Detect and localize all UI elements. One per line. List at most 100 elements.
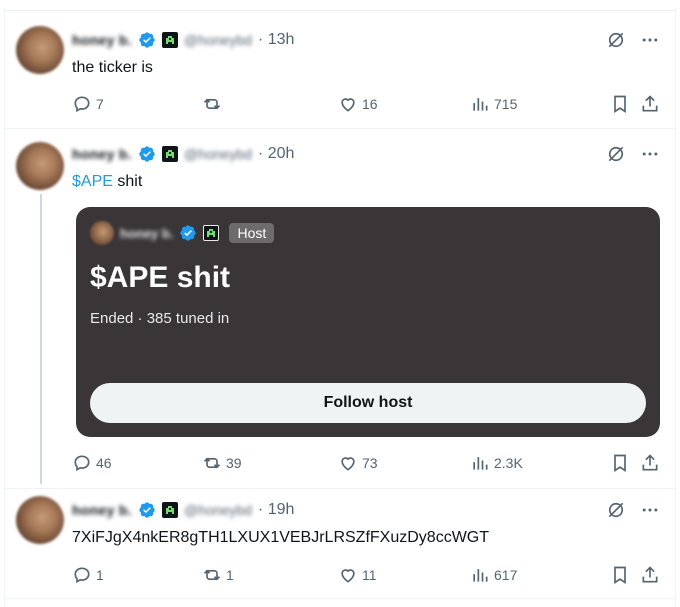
retweet-button[interactable]: 39 [202,453,242,473]
like-button[interactable]: 11 [338,565,377,585]
space-card[interactable]: honey b. Host $APE shit Ended · 385 tune… [76,207,660,437]
tweet-actions: 46 39 73 2.3K [72,453,660,473]
like-count: 16 [362,96,378,112]
tweet-time[interactable]: · 19h [258,501,294,519]
author-name[interactable]: honey b. [72,502,132,518]
verified-badge-icon [138,501,156,519]
avatar[interactable] [16,26,64,74]
reply-count: 7 [96,96,104,112]
bookmark-button[interactable] [610,94,630,114]
like-button[interactable]: 73 [338,453,378,473]
like-icon [341,569,355,583]
tweet-time[interactable]: · 13h [258,31,294,49]
tweet-header: honey b. @honeybd · 13h [72,30,294,50]
views-count: 715 [494,96,518,112]
bookmark-icon [614,566,626,585]
more-icon[interactable] [640,144,660,169]
grok-slash-icon[interactable] [606,500,626,525]
cashtag-link[interactable]: $APE [72,173,113,190]
like-count: 73 [362,455,378,471]
tweet-actions: 1 1 11 617 [72,565,660,585]
verified-badge-icon [179,224,197,242]
retweet-count: 1 [226,567,234,583]
reply-button[interactable]: 1 [72,565,104,585]
host-avatar [90,221,114,245]
host-name: honey b. [120,225,174,241]
retweet-count: 39 [226,455,242,471]
time-label: 19h [267,501,295,518]
tweet-separator [4,128,676,129]
avatar[interactable] [16,142,64,190]
tweet-top-actions [606,30,660,55]
tweet-separator [4,488,676,489]
space-title: $APE shit [90,261,231,294]
follow-host-button[interactable]: Follow host [90,383,646,423]
like-count: 11 [362,567,377,583]
tweet-header: honey b. @honeybd · 19h [72,500,294,520]
community-badge-icon [161,146,178,162]
tweet-text: the ticker is [72,59,153,76]
retweet-button[interactable] [202,94,226,114]
grok-slash-icon[interactable] [606,30,626,55]
verified-badge-icon [138,31,156,49]
views-button[interactable]: 617 [470,565,517,585]
more-icon[interactable] [640,30,660,55]
like-icon [341,457,355,471]
community-badge-icon [161,32,178,48]
views-button[interactable]: 2.3K [470,453,523,473]
like-icon [341,98,355,112]
author-handle[interactable]: @honeybd [184,146,252,162]
space-status: Ended · 385 tuned in [90,310,230,327]
reply-icon [74,455,90,472]
thread-line [40,194,42,484]
verified-badge-icon [138,145,156,163]
avatar[interactable] [16,496,64,544]
time-label: 13h [267,31,295,48]
share-icon [642,566,658,583]
author-handle[interactable]: @honeybd [184,32,252,48]
tweet-text-rest: shit [112,173,143,190]
tweet-top-actions [606,500,660,525]
views-icon [473,98,488,111]
tweet-separator [4,598,676,599]
share-button[interactable] [640,453,660,473]
reply-button[interactable]: 46 [72,453,112,473]
retweet-icon [203,457,221,469]
host-label: Host [229,223,275,243]
reply-icon [74,96,90,113]
views-icon [473,569,488,582]
share-icon [642,454,658,471]
share-icon [642,95,658,112]
retweet-icon [203,569,221,581]
community-badge-icon [203,225,220,241]
share-button[interactable] [640,94,660,114]
reply-count: 46 [96,455,112,471]
tweet-actions: 7 16 715 [72,94,660,114]
grok-slash-icon[interactable] [606,144,626,169]
tweet-time[interactable]: · 20h [258,145,294,163]
reply-icon [74,567,90,584]
like-button[interactable]: 16 [338,94,378,114]
bookmark-button[interactable] [610,453,630,473]
community-badge-icon [161,502,178,518]
share-button[interactable] [640,565,660,585]
space-host-row: honey b. Host [90,221,275,245]
views-count: 617 [494,567,518,583]
time-label: 20h [267,145,295,162]
more-icon[interactable] [640,500,660,525]
author-handle[interactable]: @honeybd [184,502,252,518]
reply-count: 1 [96,567,104,583]
tweet-top-actions [606,144,660,169]
tweet-text: $APE shit [72,172,142,192]
author-name[interactable]: honey b. [72,32,132,48]
retweet-button[interactable]: 1 [202,565,234,585]
views-icon [473,457,488,470]
bookmark-button[interactable] [610,565,630,585]
retweet-icon [203,98,221,110]
author-name[interactable]: honey b. [72,146,132,162]
tweet-header: honey b. @honeybd · 20h [72,144,294,164]
tweet-text: 7XiFJgX4nkER8gTH1LXUX1VEBJrLRSZfFXuzDy8c… [72,529,490,546]
bookmark-icon [614,95,626,114]
views-button[interactable]: 715 [470,94,517,114]
reply-button[interactable]: 7 [72,94,104,114]
